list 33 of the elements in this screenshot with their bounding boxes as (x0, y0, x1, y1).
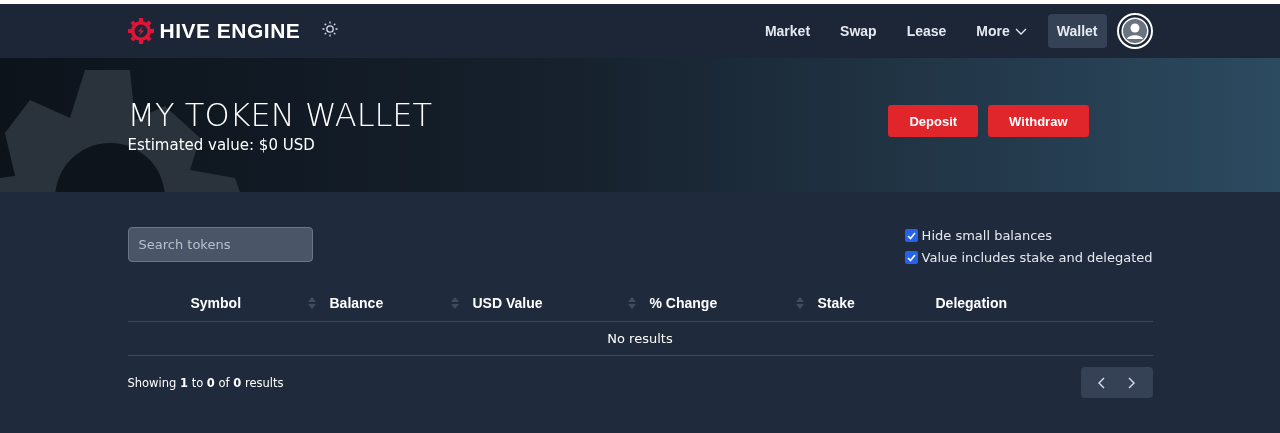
column-header[interactable]: Symbol (190, 295, 242, 311)
column-header: Delegation (935, 295, 1008, 311)
withdraw-button[interactable]: Withdraw (988, 105, 1089, 137)
results-summary: Showing 1 to 0 of 0 results (127, 375, 284, 390)
nav-link[interactable]: Lease (897, 14, 956, 48)
estimated-value: Estimated value: $0 USD (127, 136, 316, 154)
gear-logo-icon (127, 18, 154, 44)
checkbox-label: Value includes stake and delegated (921, 250, 1153, 265)
checkbox[interactable] (904, 229, 918, 242)
deposit-button[interactable]: Deposit (888, 105, 979, 137)
column-header[interactable]: % Change (649, 295, 718, 311)
search-field[interactable]: Search tokens (127, 227, 313, 262)
chevron-down-icon (1014, 27, 1027, 35)
brand-name[interactable]: HIVE ENGINE (159, 19, 301, 43)
sort-icon[interactable] (450, 297, 459, 309)
checkbox-label: Hide small balances (921, 228, 1053, 243)
sort-icon[interactable] (795, 297, 804, 309)
nav-link[interactable]: More (967, 14, 1036, 48)
empty-message: No results (127, 322, 1153, 356)
theme-toggle-icon[interactable] (322, 21, 339, 37)
chevron-right-icon (1128, 376, 1135, 389)
nav-link[interactable]: Market (755, 14, 820, 48)
chevron-left-icon (1098, 376, 1105, 389)
column-header[interactable]: Balance (329, 295, 384, 311)
nav-link[interactable]: Wallet (1047, 14, 1107, 48)
avatar-icon[interactable] (1116, 13, 1153, 49)
sort-icon[interactable] (627, 297, 636, 309)
sort-icon[interactable] (307, 297, 316, 309)
nav-link[interactable]: Swap (831, 14, 886, 48)
column-header[interactable]: USD Value (472, 295, 543, 311)
column-header: Stake (817, 295, 855, 311)
page-title: MY TOKEN WALLET (127, 96, 434, 134)
checkbox[interactable] (904, 251, 918, 264)
